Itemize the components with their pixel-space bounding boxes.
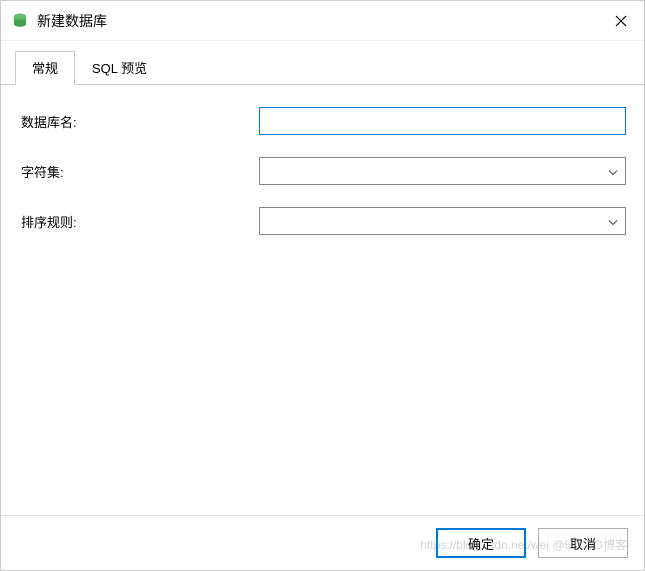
label-database-name: 数据库名:: [19, 112, 259, 131]
select-charset-wrap: [259, 157, 626, 185]
select-collation[interactable]: [259, 207, 626, 235]
select-charset[interactable]: [259, 157, 626, 185]
button-label: 确定: [468, 537, 494, 552]
tab-label: SQL 预览: [92, 61, 147, 76]
row-collation: 排序规则:: [19, 207, 626, 235]
dialog-title: 新建数据库: [37, 11, 598, 31]
dialog-footer: 确定 取消: [1, 515, 644, 570]
form-content: 数据库名: 字符集: 排序规则:: [1, 85, 644, 515]
select-collation-wrap: [259, 207, 626, 235]
close-icon: [615, 15, 627, 27]
tab-label: 常规: [32, 61, 58, 76]
label-collation: 排序规则:: [19, 212, 259, 231]
label-charset: 字符集:: [19, 162, 259, 181]
close-button[interactable]: [598, 1, 644, 41]
tab-bar: 常规 SQL 预览: [1, 41, 644, 85]
row-database-name: 数据库名:: [19, 107, 626, 135]
cancel-button[interactable]: 取消: [538, 528, 628, 558]
new-database-dialog: 新建数据库 常规 SQL 预览 数据库名: 字符集:: [0, 0, 645, 571]
titlebar: 新建数据库: [1, 1, 644, 41]
tab-general[interactable]: 常规: [15, 51, 75, 85]
database-icon: [11, 12, 29, 30]
tab-sql-preview[interactable]: SQL 预览: [75, 51, 164, 84]
input-database-name[interactable]: [259, 107, 626, 135]
row-charset: 字符集:: [19, 157, 626, 185]
button-label: 取消: [570, 537, 596, 552]
ok-button[interactable]: 确定: [436, 528, 526, 558]
